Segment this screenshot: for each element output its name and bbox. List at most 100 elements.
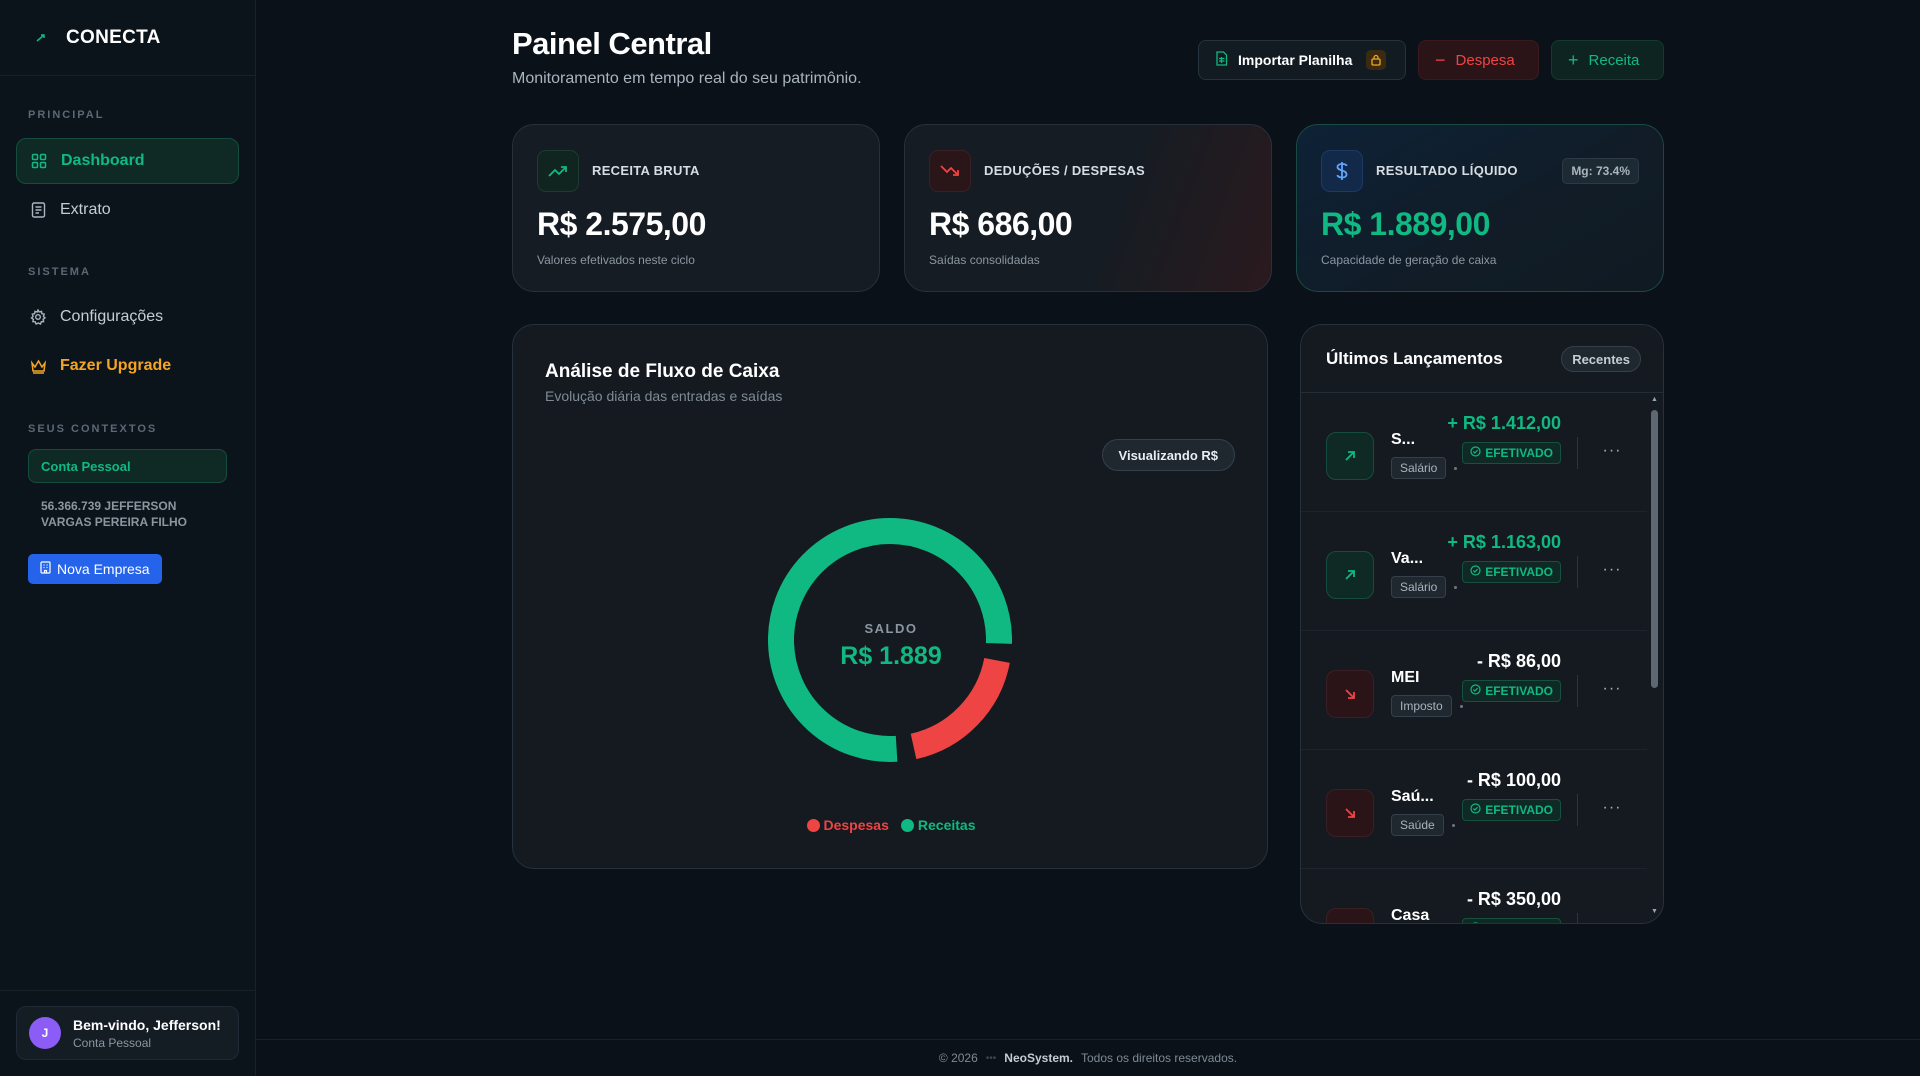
kpi-label: RESULTADO LÍQUIDO	[1376, 163, 1518, 178]
sidebar-item-upgrade[interactable]: Fazer Upgrade	[16, 343, 239, 389]
brand[interactable]: CONECTA	[0, 0, 255, 76]
brand-name: CONECTA	[66, 26, 161, 48]
grid-icon	[30, 152, 48, 170]
transaction-amount: - R$ 350,00	[1466, 889, 1561, 909]
document-icon	[29, 201, 47, 219]
legend-item-despesas[interactable]: Despesas	[806, 817, 889, 833]
arrow-up-right-icon	[1326, 432, 1374, 480]
arrow-down-right-icon	[1326, 908, 1374, 923]
section-label-contextos: SEUS CONTEXTOS	[28, 423, 158, 435]
status-text: EFETIVADO	[1485, 922, 1553, 923]
scroll-down-arrow[interactable]: ▼	[1650, 908, 1659, 916]
status-text: EFETIVADO	[1485, 684, 1553, 698]
minus-icon: −	[1435, 50, 1446, 70]
user-account: Conta Pessoal	[73, 1035, 152, 1050]
donut-center-label: SALDO	[864, 621, 918, 636]
transaction-category: Salário	[1391, 576, 1447, 598]
transaction-amount: + R$ 1.163,00	[1447, 532, 1561, 552]
row-divider	[1577, 794, 1578, 826]
sidebar-item-configuracoes[interactable]: Configurações	[16, 294, 239, 340]
more-options-icon[interactable]: ···	[1597, 796, 1627, 820]
kpi-note: Valores efetivados neste ciclo	[537, 253, 695, 267]
import-label: Importar Planilha	[1238, 52, 1353, 68]
sidebar-item-label: Configurações	[60, 308, 164, 325]
arrow-up-right-icon	[1326, 551, 1374, 599]
check-circle-icon	[1470, 803, 1481, 817]
status-badge: EFETIVADO	[1462, 680, 1561, 702]
chart-legend: Despesas Receitas	[513, 817, 1269, 833]
kpi-label: RECEITA BRUTA	[592, 163, 700, 178]
transaction-name: MEI	[1391, 669, 1420, 686]
footer-company: NeoSystem.	[1004, 1051, 1073, 1065]
transaction-row[interactable]: Saú... Saúde - R$ 100,00 EFETIVADO ···	[1301, 750, 1647, 869]
more-options-icon[interactable]: ···	[1597, 558, 1627, 582]
margin-badge: Mg: 73.4%	[1562, 158, 1639, 184]
add-expense-button[interactable]: − Despesa	[1418, 40, 1539, 80]
page-title: Painel Central	[512, 26, 712, 61]
check-circle-icon	[1470, 684, 1481, 698]
donut-slice-despesas[interactable]	[910, 657, 1010, 760]
kpi-note: Saídas consolidadas	[929, 253, 1040, 267]
transaction-category: Saúde	[1391, 814, 1444, 836]
transaction-row[interactable]: CasaCasa- R$ 350,00EFETIVADO···	[1301, 869, 1647, 923]
gear-icon	[29, 308, 47, 326]
status-badge: EFETIVADO	[1462, 799, 1561, 821]
transactions-header: Últimos Lançamentos Recentes	[1301, 325, 1663, 393]
transaction-amount: - R$ 100,00	[1466, 770, 1561, 790]
more-options-icon[interactable]: ···	[1597, 915, 1627, 923]
recent-filter-chip[interactable]: Recentes	[1561, 346, 1641, 372]
donut-chart	[768, 518, 1012, 762]
user-profile[interactable]: J Bem-vindo, Jefferson! Conta Pessoal	[16, 1006, 239, 1060]
sidebar-item-dashboard[interactable]: Dashboard	[16, 138, 239, 184]
transaction-row[interactable]: MEI Imposto - R$ 86,00 EFETIVADO ···	[1301, 631, 1647, 750]
context-personal-account[interactable]: Conta Pessoal	[28, 449, 227, 483]
currency-view-toggle[interactable]: Visualizando R$	[1101, 439, 1235, 471]
donut-center-value: R$ 1.889	[840, 642, 942, 670]
arrow-down-right-icon	[1326, 789, 1374, 837]
new-company-button[interactable]: Nova Empresa	[28, 554, 162, 584]
row-divider	[1577, 913, 1578, 923]
legend-dot	[900, 818, 914, 832]
chart-title: Análise de Fluxo de Caixa	[545, 361, 780, 382]
legend-item-receitas[interactable]: Receitas	[900, 817, 975, 833]
transaction-row[interactable]: S... Salário + R$ 1.412,00 EFETIVADO ···	[1301, 393, 1647, 512]
section-label-principal: PRINCIPAL	[28, 109, 105, 121]
footer: © 2026 ••• NeoSystem. Todos os direitos …	[256, 1039, 1920, 1076]
row-divider	[1577, 675, 1578, 707]
transaction-separator-dot	[1452, 824, 1455, 827]
scroll-up-arrow[interactable]: ▲	[1650, 396, 1659, 404]
cashflow-chart-card: Análise de Fluxo de Caixa Evolução diári…	[512, 324, 1268, 869]
more-options-icon[interactable]: ···	[1597, 439, 1627, 463]
add-income-button[interactable]: + Receita	[1551, 40, 1664, 80]
transaction-name: Va...	[1391, 550, 1424, 567]
recent-transactions-card: Últimos Lançamentos Recentes S... Salário…	[1300, 324, 1664, 924]
import-spreadsheet-button[interactable]: Importar Planilha	[1198, 40, 1406, 80]
status-text: EFETIVADO	[1485, 803, 1553, 817]
user-greeting: Bem-vindo, Jefferson!	[73, 1016, 221, 1033]
dollar-icon	[1321, 150, 1363, 192]
footer-separator-icon: •••	[985, 1052, 997, 1064]
row-divider	[1577, 437, 1578, 469]
context-company[interactable]: 56.366.739 JEFFERSON VARGAS PEREIRA FILH…	[41, 498, 221, 530]
scrollbar-thumb[interactable]	[1651, 410, 1658, 688]
crown-icon	[29, 357, 47, 375]
row-divider	[1577, 556, 1578, 588]
transaction-category: Salário	[1391, 457, 1447, 479]
expense-label: Despesa	[1455, 51, 1515, 69]
plus-icon: +	[1568, 50, 1579, 70]
transaction-name: S...	[1391, 431, 1416, 448]
transaction-separator-dot	[1460, 705, 1463, 708]
sidebar-item-label: Fazer Upgrade	[60, 357, 172, 374]
transaction-name: Saú...	[1391, 788, 1434, 805]
check-circle-icon	[1470, 446, 1481, 460]
sidebar-item-extrato[interactable]: Extrato	[16, 187, 239, 233]
income-label: Receita	[1588, 51, 1640, 69]
status-text: EFETIVADO	[1485, 565, 1553, 579]
new-company-label: Nova Empresa	[57, 561, 150, 577]
more-options-icon[interactable]: ···	[1597, 677, 1627, 701]
transaction-row[interactable]: Va... Salário + R$ 1.163,00 EFETIVADO ···	[1301, 512, 1647, 631]
kpi-note: Capacidade de geração de caixa	[1321, 253, 1497, 267]
transaction-amount: + R$ 1.412,00	[1447, 413, 1561, 433]
footer-copyright: © 2026	[938, 1051, 978, 1065]
arrow-down-right-icon	[1326, 670, 1374, 718]
